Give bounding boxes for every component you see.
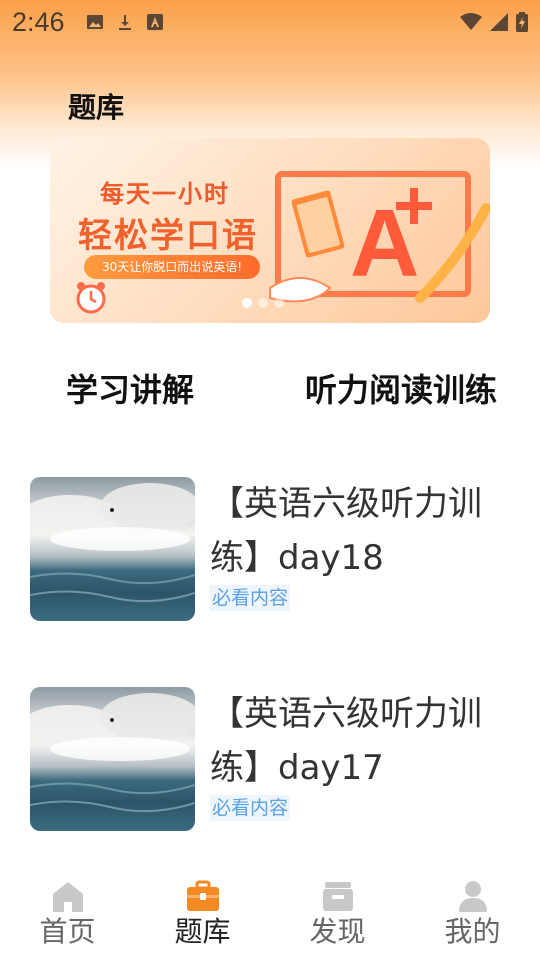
- page-title: 题库: [68, 91, 125, 124]
- tab-mine[interactable]: 我的: [405, 870, 540, 960]
- item-title: 【英语六级听力训练】day18: [210, 484, 482, 578]
- pagination-dot[interactable]: [242, 298, 252, 308]
- item-title: 【英语六级听力训练】day17: [210, 694, 482, 788]
- banner-pagination: [242, 298, 284, 308]
- thumbnail-image: [30, 477, 195, 621]
- signal-icon: [490, 13, 508, 31]
- banner-headline: 每天一小时: [100, 180, 230, 208]
- tab-discover[interactable]: 发现: [270, 870, 405, 960]
- thumbnail-image: [30, 687, 195, 831]
- battery-icon: [516, 12, 528, 32]
- alarm-clock-icon: [76, 282, 106, 314]
- tab-label: 题库: [174, 915, 231, 948]
- tab-label: 发现: [309, 915, 366, 948]
- category-study-explanation[interactable]: 学习讲解: [66, 365, 194, 411]
- category-listening-reading[interactable]: 听力阅读训练: [305, 365, 497, 411]
- list-item[interactable]: 【英语六级听力训练】day18 必看内容: [30, 477, 510, 622]
- inbox-icon: [322, 882, 353, 911]
- list-item[interactable]: 【英语六级听力训练】day17 必看内容: [30, 687, 510, 832]
- pagination-dot[interactable]: [258, 298, 268, 308]
- item-tag: 必看内容: [210, 795, 291, 821]
- status-time: 2:46: [12, 6, 65, 37]
- image-icon: [86, 15, 103, 29]
- tab-home[interactable]: 首页: [0, 870, 135, 960]
- status-bar: 2:46: [0, 0, 540, 44]
- banner-illustration: A: [269, 171, 490, 303]
- tab-label: 首页: [39, 915, 96, 948]
- a-icon: [146, 14, 163, 30]
- tab-question-bank[interactable]: 题库: [135, 870, 270, 960]
- wifi-icon: [460, 13, 482, 30]
- person-icon: [458, 881, 487, 912]
- banner-subheadline: 轻松学口语: [78, 216, 258, 256]
- promo-banner[interactable]: 每天一小时 轻松学口语 30天让你脱口而出说英语! A: [50, 138, 490, 323]
- briefcase-icon: [186, 880, 219, 911]
- bottom-tab-bar: 首页 题库 发现 我的: [0, 870, 540, 960]
- home-icon: [52, 882, 83, 912]
- pagination-dot[interactable]: [274, 298, 284, 308]
- banner-pill: 30天让你脱口而出说英语!: [84, 255, 260, 279]
- tab-label: 我的: [444, 915, 501, 948]
- download-icon: [118, 15, 131, 30]
- item-tag: 必看内容: [210, 585, 291, 611]
